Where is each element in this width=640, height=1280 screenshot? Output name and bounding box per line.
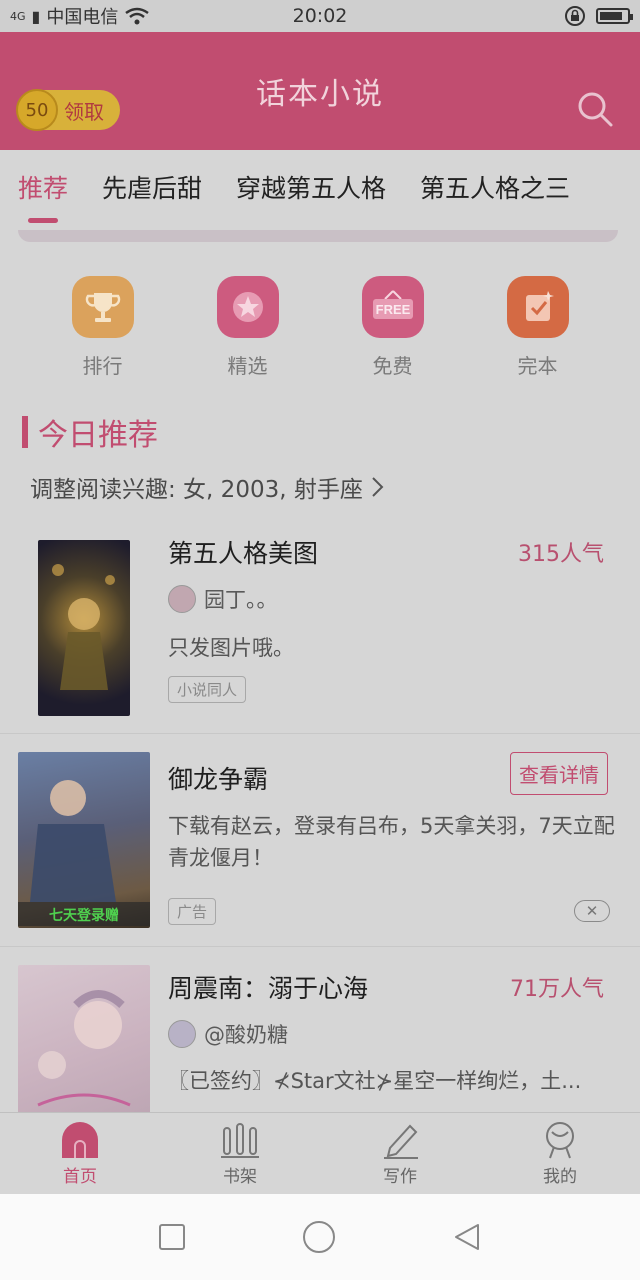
app-title: 话本小说 bbox=[256, 77, 384, 112]
book-title: 周震南：溺于心海 bbox=[168, 974, 369, 1003]
nav-write[interactable]: 写作 bbox=[320, 1113, 480, 1194]
banner-carousel[interactable] bbox=[18, 230, 618, 242]
quick-link-label: 免费 bbox=[372, 354, 413, 378]
coin-count: 50 bbox=[25, 99, 49, 121]
status-bar: 4G ▮ 中国电信 20:02 bbox=[0, 0, 640, 32]
ad-description: 下载有赵云，登录有吕布，5天拿关羽，7天立配青龙偃月！ bbox=[168, 814, 615, 870]
wifi-icon bbox=[125, 7, 150, 25]
claim-coins-button[interactable]: 50 领取 bbox=[16, 89, 120, 131]
book-cover bbox=[18, 965, 150, 1112]
book-author: 园丁。。 bbox=[168, 584, 278, 614]
ad-cover: 七天登录赠 bbox=[18, 752, 150, 928]
coin-icon: 50 bbox=[16, 89, 58, 131]
book-author: @酸奶糖 bbox=[168, 1019, 288, 1049]
quick-link-label: 完本 bbox=[517, 354, 558, 378]
book-title: 第五人格美图 bbox=[168, 539, 319, 568]
section-title-text: 今日推荐 bbox=[38, 418, 158, 453]
avatar bbox=[168, 585, 196, 613]
network-label: 4G bbox=[10, 9, 26, 23]
star-icon bbox=[216, 276, 279, 338]
free-icon: FREE bbox=[361, 276, 424, 338]
book-description: 〖已签约〗⊀Star文社⊁星空一样绚烂，土... bbox=[168, 1069, 582, 1093]
quick-links: 排行 精选 FREE 免费 完本 bbox=[0, 276, 640, 386]
claim-label: 领取 bbox=[64, 99, 104, 124]
profile-icon bbox=[546, 1122, 574, 1159]
book-description: 只发图片哦。 bbox=[168, 636, 294, 660]
section-title-bar bbox=[22, 416, 28, 448]
home-circle-icon[interactable] bbox=[302, 1220, 336, 1254]
nav-label: 首页 bbox=[63, 1167, 97, 1187]
avatar bbox=[168, 1020, 196, 1048]
view-details-button[interactable]: 查看详情 bbox=[510, 752, 608, 795]
book-tag: 小说同人 bbox=[168, 676, 247, 703]
ad-title: 御龙争霸 bbox=[168, 765, 269, 794]
ad-tag: 广告 bbox=[168, 898, 217, 925]
tab-recommend[interactable]: 推荐 bbox=[18, 169, 68, 223]
quick-link-label: 排行 bbox=[82, 354, 123, 378]
book-item[interactable]: 第五人格美图 315人气 园丁。。 只发图片哦。 小说同人 bbox=[0, 520, 640, 734]
signal-icon: ▮ bbox=[31, 6, 41, 26]
nav-label: 书架 bbox=[223, 1167, 257, 1187]
section-title: 今日推荐 bbox=[22, 410, 158, 454]
system-nav-bar bbox=[0, 1194, 640, 1280]
book-item[interactable]: 周震南：溺于心海 71万人气 @酸奶糖 〖已签约〗⊀Star文社⊁星空一样绚烂，… bbox=[0, 947, 640, 1112]
interest-text: 调整阅读兴趣: 女, 2003, 射手座 bbox=[30, 477, 363, 503]
interest-settings-link[interactable]: 调整阅读兴趣: 女, 2003, 射手座 bbox=[30, 470, 385, 504]
pen-icon bbox=[384, 1124, 418, 1159]
tab-identity-v-travel[interactable]: 穿越第五人格 bbox=[236, 169, 386, 211]
battery-icon bbox=[596, 8, 633, 24]
author-name: 园丁。。 bbox=[204, 588, 278, 612]
quick-link-completed[interactable]: 完本 bbox=[488, 276, 588, 386]
tab-identity-v-three[interactable]: 第五人格之三 bbox=[420, 169, 570, 211]
book-popularity: 71万人气 bbox=[510, 977, 604, 1002]
chevron-right-icon bbox=[372, 477, 384, 497]
close-icon: ✕ bbox=[585, 902, 599, 920]
quick-link-free[interactable]: FREE 免费 bbox=[343, 276, 443, 386]
author-name: @酸奶糖 bbox=[204, 1023, 288, 1047]
nav-profile[interactable]: 我的 bbox=[480, 1113, 640, 1194]
quick-link-label: 精选 bbox=[227, 354, 268, 378]
close-ad-button[interactable]: ✕ bbox=[574, 900, 610, 922]
rotation-lock-icon bbox=[565, 6, 585, 26]
nav-bookshelf[interactable]: 书架 bbox=[160, 1113, 320, 1194]
bookshelf-icon bbox=[221, 1123, 259, 1158]
category-tabs: 推荐 先虐后甜 穿越第五人格 第五人格之三 bbox=[0, 150, 640, 230]
nav-label: 我的 bbox=[543, 1167, 577, 1187]
quick-link-featured[interactable]: 精选 bbox=[198, 276, 298, 386]
svg-text:FREE: FREE bbox=[375, 302, 410, 317]
ad-cover-caption: 七天登录赠 bbox=[49, 907, 119, 923]
recent-apps-icon[interactable] bbox=[158, 1223, 186, 1251]
trophy-icon bbox=[71, 276, 134, 338]
nav-label: 写作 bbox=[383, 1167, 417, 1187]
bottom-nav: 首页 书架 写作 我的 bbox=[0, 1112, 640, 1194]
tab-sweet[interactable]: 先虐后甜 bbox=[102, 169, 202, 211]
carrier-label: 中国电信 bbox=[46, 7, 119, 28]
search-icon[interactable] bbox=[576, 90, 614, 128]
home-icon bbox=[62, 1122, 98, 1158]
check-icon bbox=[506, 276, 569, 338]
book-popularity: 315人气 bbox=[518, 542, 604, 567]
ad-item[interactable]: 七天登录赠 御龙争霸 查看详情 下载有赵云，登录有吕布，5天拿关羽，7天立配青龙… bbox=[0, 734, 640, 947]
book-cover bbox=[38, 540, 130, 716]
nav-home[interactable]: 首页 bbox=[0, 1113, 160, 1194]
app-header: 50 领取 话本小说 bbox=[0, 32, 640, 150]
battery-fill bbox=[600, 12, 622, 20]
quick-link-ranking[interactable]: 排行 bbox=[53, 276, 153, 386]
main-content: 排行 精选 FREE 免费 完本 今日推荐 调整阅读兴趣: 女, 2003, 射… bbox=[0, 230, 640, 1112]
back-icon[interactable] bbox=[452, 1222, 482, 1252]
